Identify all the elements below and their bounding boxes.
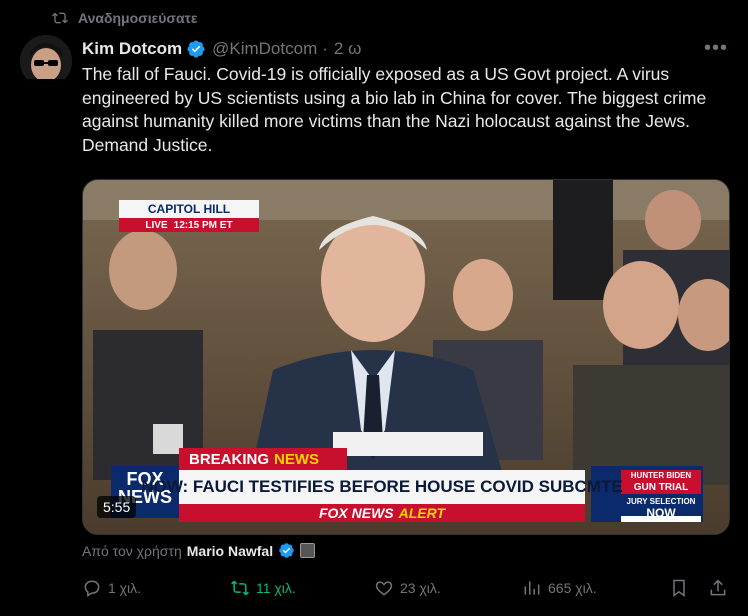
repost-icon <box>231 580 249 596</box>
headline-banner: NOW: FAUCI TESTIFIES BEFORE HOUSE COVID … <box>141 470 622 504</box>
video-player[interactable]: CAPITOL HILL LIVE 12:15 PM ET BREAKING N… <box>82 179 730 535</box>
author-handle[interactable]: @KimDotcom <box>212 39 317 59</box>
breaking-label: BREAKING <box>189 450 270 468</box>
analytics-icon <box>524 581 540 595</box>
repost-count: 11 χιλ. <box>256 580 296 596</box>
verified-badge-icon <box>279 543 294 558</box>
repost-button[interactable]: 11 χιλ. <box>230 578 296 598</box>
reposted-indicator: Αναδημοσιεύσατε <box>52 10 197 26</box>
reply-count: 1 χιλ. <box>108 580 142 596</box>
avatar[interactable] <box>20 35 72 87</box>
timestamp[interactable]: 2 ω <box>334 39 361 59</box>
live-bug: LIVE 12:15 PM ET <box>119 218 259 232</box>
attribution: Από τον χρήστη Mario Nawfal <box>82 542 316 559</box>
side-title-2: GUN TRIAL <box>633 482 689 493</box>
reposted-label: Αναδημοσιεύσατε <box>78 10 198 26</box>
like-button[interactable]: 23 χιλ. <box>374 578 441 598</box>
side-now: NOW <box>646 506 676 520</box>
alert-label-b: ALERT <box>398 505 446 521</box>
share-button[interactable] <box>708 578 728 598</box>
repost-icon <box>52 12 68 24</box>
live-time: 12:15 PM ET <box>173 219 233 231</box>
heart-icon <box>375 581 393 596</box>
alert-banner: FOX NEWS ALERT <box>179 504 585 522</box>
live-label: LIVE <box>145 219 168 231</box>
separator: · <box>322 38 328 58</box>
attribution-prefix: Από τον χρήστη <box>82 542 182 559</box>
tweet-header: Kim Dotcom @KimDotcom · 2 ω ••• <box>82 37 728 60</box>
affiliate-avatar <box>300 543 316 558</box>
like-count: 23 χιλ. <box>400 580 441 596</box>
verified-badge-icon <box>187 39 205 58</box>
more-options-icon[interactable]: ••• <box>704 37 728 60</box>
alert-label-a: FOX NEWS <box>318 505 394 521</box>
location-label: CAPITOL HILL <box>147 202 231 216</box>
location-bug: CAPITOL HILL <box>119 200 259 218</box>
reply-icon <box>84 580 100 597</box>
tweet-text: The fall of Fauci. Covid-19 is officiall… <box>82 64 707 155</box>
headline-text: NOW: FAUCI TESTIFIES BEFORE HOUSE COVID … <box>141 477 623 496</box>
bookmark-icon <box>673 579 685 597</box>
bookmark-button[interactable] <box>669 578 689 598</box>
news-label: NEWS <box>274 450 320 468</box>
author-name[interactable]: Kim Dotcom <box>82 39 182 59</box>
video-duration: 5:55 <box>97 496 137 518</box>
side-panel: HUNTER BIDEN GUN TRIAL JURY SELECTION NO… <box>621 470 701 520</box>
side-title-1: HUNTER BIDEN <box>630 471 692 480</box>
views-button[interactable]: 665 χιλ. <box>522 578 597 598</box>
views-count: 665 χιλ. <box>548 580 597 596</box>
breaking-news-banner: BREAKING NEWS <box>179 448 347 470</box>
reply-button[interactable]: 1 χιλ. <box>82 578 141 598</box>
action-bar: 1 χιλ. 11 χιλ. 23 χιλ. 665 χιλ. <box>82 578 732 598</box>
share-icon <box>710 579 726 596</box>
attribution-author[interactable]: Mario Nawfal <box>187 543 273 559</box>
